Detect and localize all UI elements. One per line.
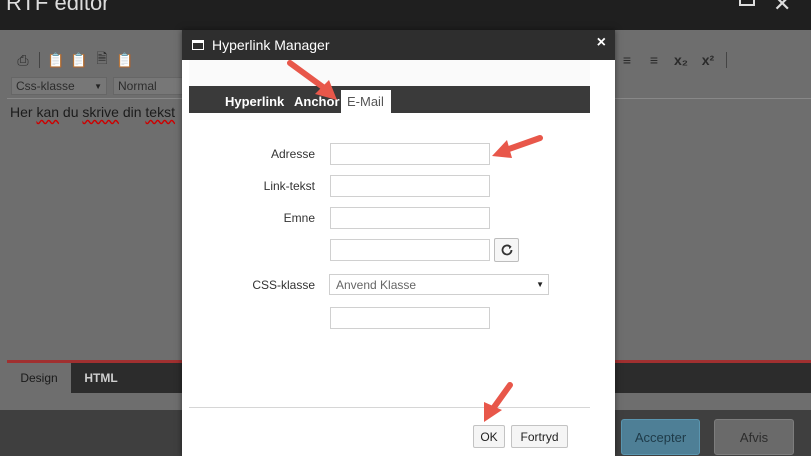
maximize-icon[interactable] <box>739 0 755 6</box>
tab-hyperlink[interactable]: Hyperlink <box>225 90 284 113</box>
chevron-down-icon: ▼ <box>536 280 544 289</box>
paste-html-icon[interactable]: 📋 <box>116 52 133 68</box>
subject-input[interactable] <box>330 207 490 229</box>
paste-word-icon[interactable]: 🗎 <box>95 50 109 68</box>
extra-input[interactable] <box>330 307 490 329</box>
tab-email[interactable]: E-Mail <box>341 90 391 113</box>
misspelled-word: kan <box>36 104 60 120</box>
link-text-input[interactable] <box>330 175 490 197</box>
dialog-tabbar: Hyperlink Anchor E-Mail <box>189 86 590 113</box>
editor-titlebar: RTF editor ✕ <box>0 0 811 30</box>
css-class-select[interactable]: Css-klasse ▼ <box>11 77 107 95</box>
superscript-icon[interactable]: x² <box>699 52 717 68</box>
tooltip-input[interactable] <box>330 239 490 261</box>
annotation-arrow-icon <box>492 135 543 158</box>
bullet-list-icon[interactable]: ≡ <box>645 52 663 68</box>
misspelled-word: tekst <box>145 104 175 120</box>
css-class-select-value: Css-klasse <box>16 79 75 93</box>
reject-button[interactable]: Afvis <box>714 419 794 455</box>
toolbar-separator <box>39 52 40 68</box>
annotation-arrow-icon <box>484 382 513 422</box>
address-label: Adresse <box>270 147 315 161</box>
editor-toolbar-left: ⎙ 📋 📋 🗎 📋 <box>16 48 141 72</box>
dialog-title: Hyperlink Manager <box>212 37 330 53</box>
format-select[interactable]: Normal <box>113 77 183 95</box>
refresh-icon <box>501 244 512 256</box>
misspelled-word: skrive <box>82 104 119 120</box>
editor-text: Her kan du skrive din tekst <box>10 104 175 120</box>
css-class-dropdown[interactable]: Anvend Klasse ▼ <box>329 274 549 295</box>
tab-html[interactable]: HTML <box>71 363 131 393</box>
css-class-label: CSS-klasse <box>252 278 315 292</box>
address-input[interactable] <box>330 143 490 165</box>
paste-icon[interactable]: 📋 <box>47 52 64 68</box>
dialog-close-button[interactable]: × <box>597 34 606 52</box>
dialog-top-strip <box>189 60 590 86</box>
cancel-button[interactable]: Fortryd <box>511 425 568 448</box>
hyperlink-manager-dialog: Hyperlink Manager × Hyperlink Anchor E-M… <box>182 30 615 456</box>
tab-design[interactable]: Design <box>7 363 71 393</box>
paste-plain-icon[interactable]: 📋 <box>70 52 87 68</box>
subscript-icon[interactable]: x₂ <box>672 52 690 68</box>
subject-label: Emne <box>283 211 315 225</box>
print-icon[interactable]: ⎙ <box>16 52 30 68</box>
dialog-header: Hyperlink Manager × <box>182 30 615 60</box>
toolbar-separator <box>726 52 727 68</box>
numbered-list-icon[interactable]: ≡ <box>618 52 636 68</box>
text-part: din <box>118 104 146 120</box>
editor-title: RTF editor <box>6 0 110 15</box>
accept-button[interactable]: Accepter <box>621 419 700 455</box>
chevron-down-icon: ▼ <box>94 81 102 91</box>
format-select-value: Normal <box>118 79 157 93</box>
text-part: Her <box>10 104 37 120</box>
refresh-button[interactable] <box>494 238 519 262</box>
editor-toolbar-right: ≡ ≡ x₂ x² <box>618 48 736 72</box>
link-text-label: Link-tekst <box>263 179 315 193</box>
ok-button[interactable]: OK <box>473 425 505 448</box>
window-icon <box>192 40 204 50</box>
close-icon[interactable]: ✕ <box>773 0 791 17</box>
css-class-dropdown-value: Anvend Klasse <box>336 277 417 292</box>
text-part: du <box>59 104 83 120</box>
dialog-footer-divider <box>189 407 590 408</box>
annotation-arrow-icon <box>287 60 337 100</box>
